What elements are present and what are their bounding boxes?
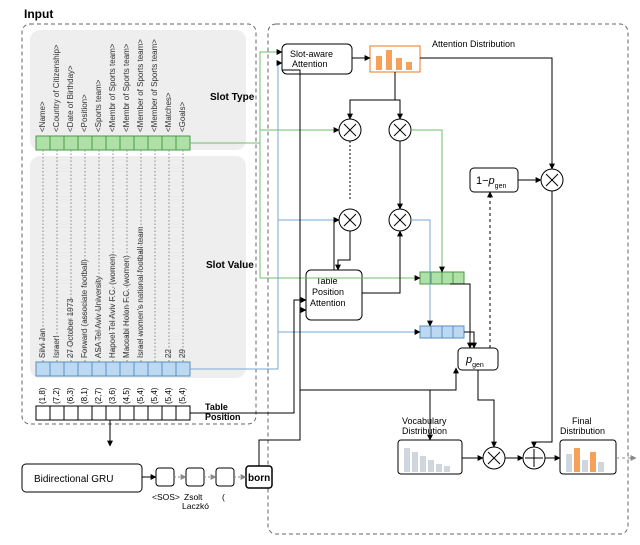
- slot-type-label: Slot Type: [210, 92, 255, 103]
- slot-type-cells: [36, 136, 190, 150]
- mult-node-4: [389, 209, 411, 231]
- plus-node: [523, 447, 545, 469]
- svg-text:<Membr of Sports team>: <Membr of Sports team>: [108, 43, 117, 132]
- svg-text:Israel women's national footba: Israel women's national football team: [136, 226, 145, 358]
- svg-text:(7,2): (7,2): [52, 387, 61, 404]
- slot-value-label: Slot Value: [206, 260, 254, 271]
- attention-distribution-chart: [370, 46, 420, 72]
- mult-node-6: [483, 447, 505, 469]
- vocab-distribution-label: VocabularyDistribution: [402, 416, 447, 436]
- table-position-labels: (1,8) (7,2) (6,3) (8,1) (2,7) (3,6) (4,5…: [38, 387, 187, 404]
- svg-text:<Member of Sports team>: <Member of Sports team>: [150, 39, 159, 132]
- table-position-label: Table Position: [205, 402, 241, 422]
- token-zsolt: [186, 468, 204, 486]
- zsolt-label: ZsoltLaczkó: [182, 492, 209, 511]
- sos-label: <SOS>: [152, 492, 180, 502]
- svg-text:Slot-awareAttention: Slot-awareAttention: [290, 49, 333, 69]
- svg-text:(2,7): (2,7): [94, 387, 103, 404]
- svg-text:<Membr of Sports team>: <Membr of Sports team>: [122, 43, 131, 132]
- svg-text:<Matches>: <Matches>: [164, 92, 173, 132]
- svg-text:<Country of Citizenship>: <Country of Citizenship>: [52, 44, 61, 132]
- bidirectional-gru-label: Bidirectional GRU: [34, 474, 113, 485]
- born-label: born: [248, 473, 270, 484]
- svg-text:<Member of Sports team>: <Member of Sports team>: [136, 39, 145, 132]
- vocab-distribution-chart: [398, 440, 462, 474]
- svg-text:(3,6): (3,6): [108, 387, 117, 404]
- svg-text:(5,4): (5,4): [164, 387, 173, 404]
- mult-node-5: [541, 169, 563, 191]
- paren-label: (: [222, 492, 225, 502]
- final-distribution-chart: [560, 440, 616, 474]
- mult-node-3: [339, 209, 361, 231]
- svg-text:27 October 1973: 27 October 1973: [66, 298, 75, 358]
- mult-node-2: [389, 119, 411, 141]
- svg-text:<Date of Birthday>: <Date of Birthday>: [66, 65, 75, 132]
- svg-text:(4,5): (4,5): [122, 387, 131, 404]
- slot-value-cells: [36, 362, 190, 376]
- svg-text:<Sports team>: <Sports team>: [94, 79, 103, 132]
- svg-text:<Name>: <Name>: [38, 101, 47, 132]
- token-sos: [156, 468, 174, 486]
- final-distribution-label: FinalDistribution: [560, 416, 605, 436]
- input-title: Input: [24, 7, 53, 21]
- svg-text:<Position>: <Position>: [80, 94, 89, 132]
- svg-text:(5,4): (5,4): [178, 387, 187, 404]
- token-paren: [216, 468, 234, 486]
- green-vector: [420, 272, 464, 284]
- svg-text:ASA Tel Aviv University: ASA Tel Aviv University: [94, 276, 103, 358]
- svg-text:(5,4): (5,4): [136, 387, 145, 404]
- svg-text:(5,4): (5,4): [150, 387, 159, 404]
- blue-vector: [420, 326, 464, 338]
- svg-text:(8,1): (8,1): [80, 387, 89, 404]
- svg-text:(6,3): (6,3): [66, 387, 75, 404]
- svg-text:<Goals>: <Goals>: [178, 101, 187, 132]
- table-position-cells: [36, 406, 190, 420]
- mult-node-1: [339, 119, 361, 141]
- svg-text:(1,8): (1,8): [38, 387, 47, 404]
- attention-distribution-label: Attention Distribution: [432, 39, 515, 49]
